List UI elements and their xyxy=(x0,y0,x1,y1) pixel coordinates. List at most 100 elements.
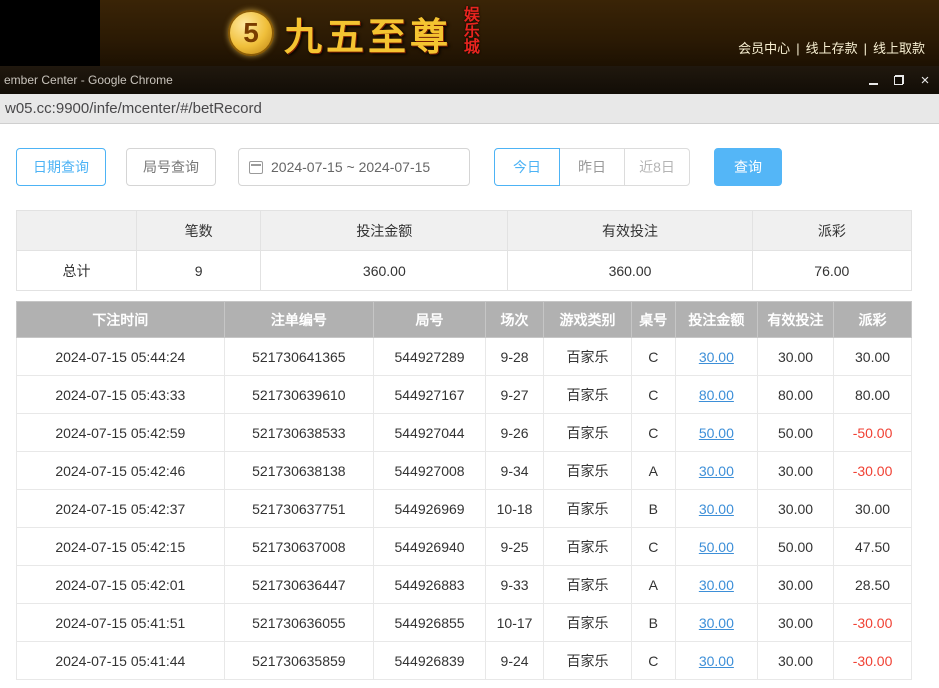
payout-cell: -50.00 xyxy=(834,414,912,452)
session-cell: 9-33 xyxy=(485,566,543,604)
session-cell: 9-25 xyxy=(485,528,543,566)
round-no-cell: 544926839 xyxy=(374,642,486,680)
round-no-cell: 544927167 xyxy=(374,376,486,414)
bet-time-cell: 2024-07-15 05:42:37 xyxy=(17,490,225,528)
bet-amount-link[interactable]: 50.00 xyxy=(699,425,734,441)
last8days-button[interactable]: 近8日 xyxy=(624,148,690,186)
minimize-icon xyxy=(869,76,878,85)
browser-addressbar: w05.cc:9900/infe/mcenter/#/betRecord xyxy=(0,94,939,124)
bet-amount-link[interactable]: 30.00 xyxy=(699,501,734,517)
nav-member-center[interactable]: 会员中心 xyxy=(732,41,796,56)
valid-bet-cell: 30.00 xyxy=(758,490,834,528)
table-no-cell: C xyxy=(631,338,675,376)
bet-amount-link[interactable]: 50.00 xyxy=(699,539,734,555)
bet-amount-link[interactable]: 30.00 xyxy=(699,653,734,669)
summary-header-payout: 派彩 xyxy=(752,211,911,251)
close-button[interactable]: × xyxy=(913,70,937,90)
round-no-cell: 544926855 xyxy=(374,604,486,642)
bet-amount-link[interactable]: 30.00 xyxy=(699,577,734,593)
payout-cell: 47.50 xyxy=(834,528,912,566)
table-row: 2024-07-15 05:42:59 521730638533 5449270… xyxy=(17,414,912,452)
header-payout: 派彩 xyxy=(834,302,912,338)
summary-valid-value: 360.00 xyxy=(508,251,752,291)
url-text[interactable]: w05.cc:9900/infe/mcenter/#/betRecord xyxy=(0,100,262,117)
bet-time-cell: 2024-07-15 05:42:46 xyxy=(17,452,225,490)
yesterday-button[interactable]: 昨日 xyxy=(559,148,625,186)
session-cell: 10-17 xyxy=(485,604,543,642)
bet-time-cell: 2024-07-15 05:42:59 xyxy=(17,414,225,452)
summary-count-value: 9 xyxy=(136,251,260,291)
minimize-button[interactable] xyxy=(861,70,885,90)
game-type-cell: 百家乐 xyxy=(544,338,632,376)
today-button[interactable]: 今日 xyxy=(494,148,560,186)
summary-total-label: 总计 xyxy=(17,251,137,291)
order-no-cell: 521730641365 xyxy=(224,338,373,376)
payout-cell: -30.00 xyxy=(834,604,912,642)
payout-cell: -30.00 xyxy=(834,452,912,490)
valid-bet-cell: 30.00 xyxy=(758,604,834,642)
order-no-cell: 521730638138 xyxy=(224,452,373,490)
window-controls: × xyxy=(859,66,937,94)
bet-amount-link[interactable]: 80.00 xyxy=(699,387,734,403)
bet-amount-link[interactable]: 30.00 xyxy=(699,349,734,365)
summary-header-valid: 有效投注 xyxy=(508,211,752,251)
order-no-cell: 521730636055 xyxy=(224,604,373,642)
site-header: 5 九五至尊 娱乐城 会员中心|线上存款|线上取款 xyxy=(0,0,939,66)
game-type-cell: 百家乐 xyxy=(544,376,632,414)
logo-subtext: 娱乐城 xyxy=(460,6,477,62)
table-row: 2024-07-15 05:41:44 521730635859 5449268… xyxy=(17,642,912,680)
table-no-cell: C xyxy=(631,414,675,452)
table-no-cell: B xyxy=(631,490,675,528)
session-cell: 9-24 xyxy=(485,642,543,680)
nav-online-deposit[interactable]: 线上存款 xyxy=(800,41,864,56)
bet-amount-link[interactable]: 30.00 xyxy=(699,463,734,479)
payout-cell: 30.00 xyxy=(834,490,912,528)
header-round-no: 局号 xyxy=(374,302,486,338)
bet-time-cell: 2024-07-15 05:41:44 xyxy=(17,642,225,680)
round-no-cell: 544927008 xyxy=(374,452,486,490)
bet-time-cell: 2024-07-15 05:43:33 xyxy=(17,376,225,414)
payout-cell: 80.00 xyxy=(834,376,912,414)
restore-icon xyxy=(894,75,904,85)
round-no-cell: 544927289 xyxy=(374,338,486,376)
filter-row: 日期查询 局号查询 2024-07-15 ~ 2024-07-15 今日 昨日 … xyxy=(16,148,923,186)
search-button[interactable]: 查询 xyxy=(714,148,782,186)
valid-bet-cell: 30.00 xyxy=(758,642,834,680)
date-query-tab[interactable]: 日期查询 xyxy=(16,148,106,186)
bet-amount-link[interactable]: 30.00 xyxy=(699,615,734,631)
summary-header-row: 笔数 投注金额 有效投注 派彩 xyxy=(17,211,912,251)
table-no-cell: C xyxy=(631,528,675,566)
order-no-cell: 521730637751 xyxy=(224,490,373,528)
table-no-cell: A xyxy=(631,566,675,604)
calendar-icon xyxy=(249,161,263,174)
table-row: 2024-07-15 05:42:37 521730637751 5449269… xyxy=(17,490,912,528)
game-type-cell: 百家乐 xyxy=(544,528,632,566)
logo-text: 九五至尊 xyxy=(284,6,452,61)
bet-table-header-row: 下注时间 注单编号 局号 场次 游戏类别 桌号 投注金额 有效投注 派彩 xyxy=(17,302,912,338)
bet-record-page: 日期查询 局号查询 2024-07-15 ~ 2024-07-15 今日 昨日 … xyxy=(0,124,939,680)
summary-header-empty xyxy=(17,211,137,251)
order-no-cell: 521730637008 xyxy=(224,528,373,566)
order-no-cell: 521730635859 xyxy=(224,642,373,680)
bet-amount-cell: 50.00 xyxy=(675,414,757,452)
header-bet-amount: 投注金额 xyxy=(675,302,757,338)
restore-button[interactable] xyxy=(887,70,911,90)
site-logo: 5 九五至尊 娱乐城 xyxy=(228,4,477,62)
date-range-input[interactable]: 2024-07-15 ~ 2024-07-15 xyxy=(238,148,470,186)
bet-time-cell: 2024-07-15 05:41:51 xyxy=(17,604,225,642)
round-no-cell: 544926940 xyxy=(374,528,486,566)
table-row: 2024-07-15 05:41:51 521730636055 5449268… xyxy=(17,604,912,642)
game-type-cell: 百家乐 xyxy=(544,642,632,680)
window-title: ember Center - Google Chrome xyxy=(0,73,173,87)
bet-record-table: 下注时间 注单编号 局号 场次 游戏类别 桌号 投注金额 有效投注 派彩 202… xyxy=(16,301,912,680)
valid-bet-cell: 50.00 xyxy=(758,414,834,452)
round-query-tab[interactable]: 局号查询 xyxy=(126,148,216,186)
coin-digit: 5 xyxy=(243,17,259,49)
summary-table: 笔数 投注金额 有效投注 派彩 总计 9 360.00 360.00 76.00 xyxy=(16,210,912,291)
nav-online-withdraw[interactable]: 线上取款 xyxy=(867,41,931,56)
header-bet-time: 下注时间 xyxy=(17,302,225,338)
summary-total-row: 总计 9 360.00 360.00 76.00 xyxy=(17,251,912,291)
order-no-cell: 521730638533 xyxy=(224,414,373,452)
round-no-cell: 544926883 xyxy=(374,566,486,604)
table-no-cell: B xyxy=(631,604,675,642)
